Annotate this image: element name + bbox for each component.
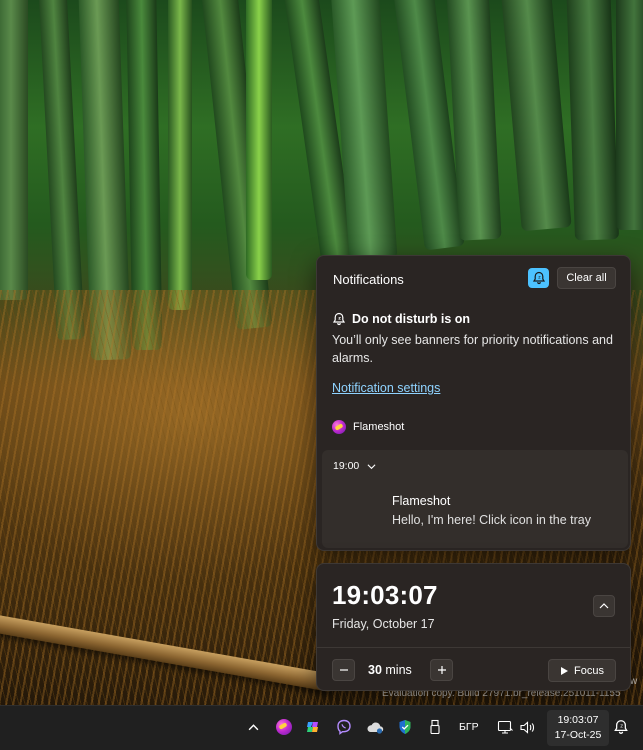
chevron-down-icon[interactable] xyxy=(367,462,376,471)
show-hidden-icons-button[interactable] xyxy=(242,716,264,738)
taskbar-time: 19:03:07 xyxy=(557,714,599,726)
watermark-edge-fragment: w xyxy=(630,676,638,687)
tray-copilot[interactable] xyxy=(302,716,324,738)
collapse-calendar-button[interactable] xyxy=(593,595,615,617)
notification-bell-button[interactable]: z xyxy=(610,716,632,738)
chevron-up-icon xyxy=(599,603,609,609)
notification-time-row[interactable]: 19:00 xyxy=(333,460,376,472)
bell-sleep-icon: z xyxy=(332,312,346,326)
bell-sleep-icon: z xyxy=(614,720,628,734)
onedrive-icon xyxy=(367,722,384,734)
bamboo-stalk xyxy=(616,0,643,230)
clock-date: Friday, October 17 xyxy=(332,617,435,631)
focus-button[interactable]: Focus xyxy=(548,659,616,682)
bamboo-stalk xyxy=(566,0,620,241)
volume-icon xyxy=(519,720,534,734)
bell-sleep-icon: z xyxy=(532,271,545,285)
input-language[interactable]: БГР xyxy=(459,721,479,733)
increase-focus-button[interactable] xyxy=(430,659,453,681)
copilot-icon xyxy=(307,722,318,732)
clock-time: 19:03:07 xyxy=(332,580,438,610)
chevron-up-icon xyxy=(248,723,258,730)
app-name: Flameshot xyxy=(353,421,405,433)
svg-text:z: z xyxy=(620,724,623,730)
focus-button-label: Focus xyxy=(574,664,604,677)
svg-text:z: z xyxy=(338,317,341,322)
dnd-title: Do not disturb is on xyxy=(352,312,471,326)
minus-icon xyxy=(339,669,348,671)
focus-duration-value: 30 xyxy=(368,663,382,677)
tray-volume[interactable] xyxy=(516,716,538,738)
bamboo-stalk xyxy=(168,0,192,310)
usb-icon xyxy=(430,719,440,735)
svg-text:z: z xyxy=(538,276,541,281)
divider xyxy=(317,647,630,648)
display-icon xyxy=(497,720,513,734)
tray-network[interactable] xyxy=(494,716,516,738)
do-not-disturb-toggle[interactable]: z xyxy=(528,268,549,288)
flameshot-icon xyxy=(332,420,346,434)
tray-viber[interactable] xyxy=(333,716,355,738)
tray-usb[interactable] xyxy=(424,716,446,738)
app-group-header: Flameshot xyxy=(332,420,404,434)
bamboo-stalk xyxy=(500,0,572,232)
tray-onedrive[interactable] xyxy=(364,716,386,738)
defender-icon xyxy=(399,720,411,734)
viber-icon xyxy=(337,719,351,735)
plus-icon xyxy=(437,666,446,674)
tray-windows-security[interactable] xyxy=(394,716,416,738)
play-icon xyxy=(561,666,569,675)
taskbar-date: 17-Oct-25 xyxy=(554,729,602,741)
notifications-header: Notifications xyxy=(333,272,404,287)
notification-time: 19:00 xyxy=(333,460,360,472)
flameshot-icon xyxy=(276,719,292,735)
focus-duration-unit: mins xyxy=(385,663,412,677)
decrease-focus-button[interactable] xyxy=(332,659,355,681)
notification-body: Hello, I'm here! Click icon in the tray xyxy=(392,513,591,527)
bamboo-stalk xyxy=(246,0,272,280)
taskbar-clock[interactable]: 19:03:07 17-Oct-25 xyxy=(547,710,609,746)
clear-all-button[interactable]: Clear all xyxy=(557,267,616,289)
bamboo-stalk xyxy=(0,0,28,300)
notification-title: Flameshot xyxy=(392,494,451,508)
focus-duration: 30 mins xyxy=(368,663,412,677)
tray-flameshot[interactable] xyxy=(273,716,295,738)
dnd-description: You’ll only see banners for priority not… xyxy=(332,333,613,365)
notification-settings-link[interactable]: Notification settings xyxy=(332,381,440,395)
dnd-status: z Do not disturb is on xyxy=(332,312,470,326)
